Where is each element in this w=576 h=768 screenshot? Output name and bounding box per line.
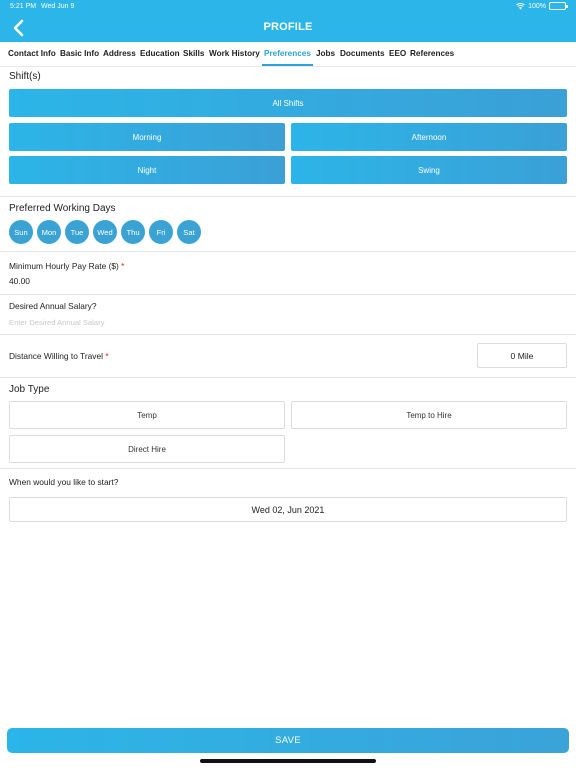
divider — [0, 196, 576, 197]
active-tab-indicator — [262, 64, 313, 66]
day-sat-button[interactable]: Sat — [177, 220, 201, 244]
job-type-title: Job Type — [9, 384, 50, 395]
start-date-label: When would you like to start? — [9, 477, 119, 487]
page-title: PROFILE — [263, 21, 313, 33]
tab-work-history[interactable]: Work History — [209, 49, 260, 58]
pay-rate-label-text: Minimum Hourly Pay Rate ($) — [9, 261, 119, 271]
divider — [0, 251, 576, 252]
day-wed-button[interactable]: Wed — [93, 220, 117, 244]
day-thu-button[interactable]: Thu — [121, 220, 145, 244]
salary-input[interactable]: Enter Desired Annual Salary — [9, 318, 104, 327]
divider — [0, 377, 576, 378]
tab-references[interactable]: References — [410, 49, 454, 58]
job-type-temp-button[interactable]: Temp — [9, 401, 285, 429]
tab-eeo[interactable]: EEO — [389, 49, 406, 58]
tab-education[interactable]: Education — [140, 49, 180, 58]
save-button[interactable]: SAVE — [7, 728, 569, 753]
shifts-title: Shift(s) — [9, 71, 41, 82]
home-indicator — [200, 759, 376, 763]
distance-label: Distance Willing to Travel * — [9, 351, 109, 361]
salary-label: Desired Annual Salary? — [9, 301, 97, 311]
divider — [0, 334, 576, 335]
tab-preferences[interactable]: Preferences — [264, 49, 311, 58]
pay-rate-input[interactable]: 40.00 — [9, 276, 30, 286]
pay-rate-label: Minimum Hourly Pay Rate ($) * — [9, 261, 124, 271]
status-right: 100% — [516, 2, 568, 10]
required-mark: * — [105, 351, 109, 361]
tab-contact-info[interactable]: Contact Info — [8, 49, 56, 58]
day-sun-button[interactable]: Sun — [9, 220, 33, 244]
wifi-icon — [516, 2, 525, 9]
tab-skills[interactable]: Skills — [183, 49, 204, 58]
status-time: 5:21 PM — [10, 3, 37, 10]
required-mark: * — [121, 261, 125, 271]
tab-basic-info[interactable]: Basic Info — [60, 49, 99, 58]
all-shifts-button[interactable]: All Shifts — [9, 89, 567, 117]
start-date-picker[interactable]: Wed 02, Jun 2021 — [9, 497, 567, 522]
distance-select[interactable]: 0 Mile — [477, 343, 567, 368]
distance-label-text: Distance Willing to Travel — [9, 351, 104, 361]
divider — [0, 294, 576, 295]
day-mon-button[interactable]: Mon — [37, 220, 61, 244]
battery-percent: 100% — [528, 2, 546, 10]
tab-address[interactable]: Address — [103, 49, 136, 58]
shift-swing-button[interactable]: Swing — [291, 156, 567, 184]
tab-jobs[interactable]: Jobs — [316, 49, 335, 58]
battery-icon — [549, 2, 568, 10]
tab-documents[interactable]: Documents — [340, 49, 385, 58]
working-days-title: Preferred Working Days — [9, 203, 116, 214]
divider — [0, 468, 576, 469]
shift-night-button[interactable]: Night — [9, 156, 285, 184]
day-tue-button[interactable]: Tue — [65, 220, 89, 244]
header-bar: 5:21 PM Wed Jun 9 100% PROFILE — [0, 0, 576, 42]
working-days-selector: Sun Mon Tue Wed Thu Fri Sat — [9, 220, 201, 244]
day-fri-button[interactable]: Fri — [149, 220, 173, 244]
job-type-direct-hire-button[interactable]: Direct Hire — [9, 435, 285, 463]
shift-morning-button[interactable]: Morning — [9, 123, 285, 151]
job-type-temp-to-hire-button[interactable]: Temp to Hire — [291, 401, 567, 429]
status-bar: 5:21 PM Wed Jun 9 100% — [0, 0, 576, 14]
shift-afternoon-button[interactable]: Afternoon — [291, 123, 567, 151]
status-date: Wed Jun 9 — [41, 3, 75, 10]
